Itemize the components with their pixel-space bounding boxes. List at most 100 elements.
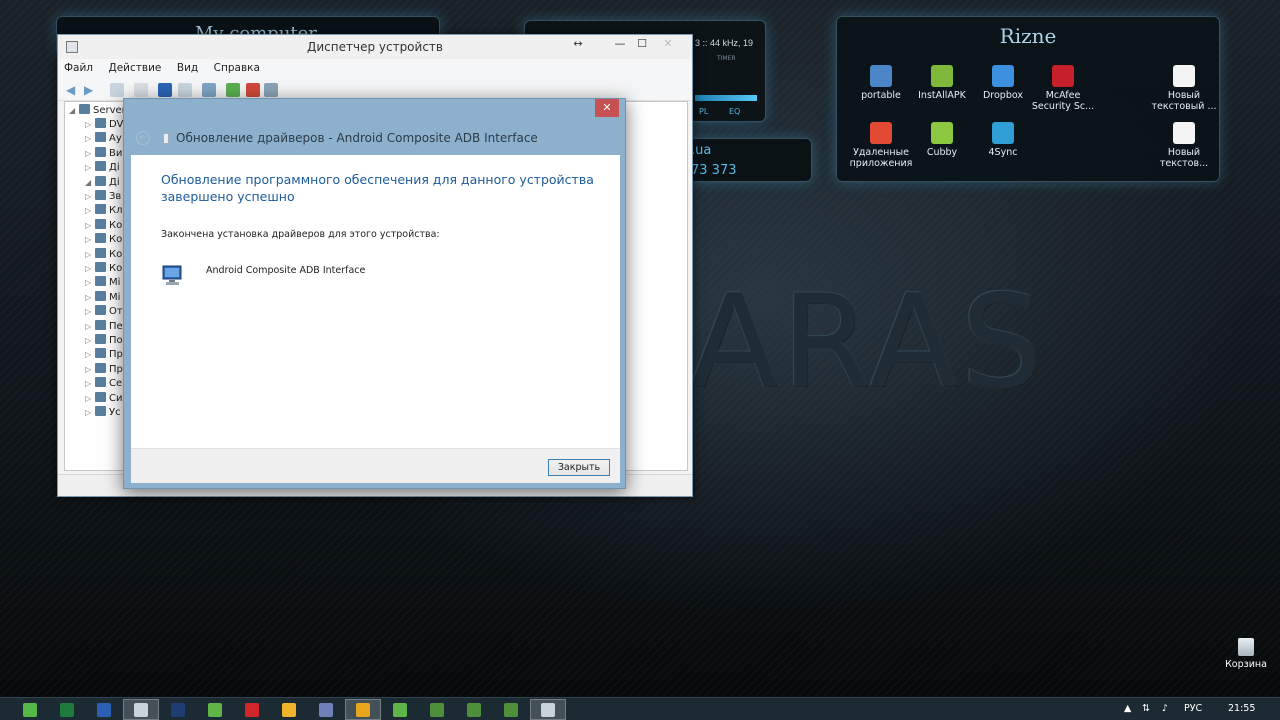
rizne-shortcut[interactable]: 4Sync [969, 122, 1037, 158]
expand-arrow-icon[interactable]: ▷ [85, 394, 95, 403]
taskbar-app-button[interactable] [456, 699, 492, 720]
expand-arrow-icon[interactable]: ▷ [85, 192, 95, 201]
expand-arrow-icon[interactable]: ▷ [85, 379, 95, 388]
resize-arrows-icon[interactable]: ↔ [566, 35, 590, 55]
rizne-gadget: Rizne portable InstAllAPK Dropbox McAfee Se… [836, 16, 1220, 182]
back-icon[interactable]: ← [136, 131, 150, 145]
clock[interactable]: 21:55 [1228, 703, 1255, 714]
expand-arrow-icon[interactable]: ▷ [85, 336, 95, 345]
taskbar-app-button[interactable] [12, 699, 48, 720]
tree-item[interactable]: ▷ Ко [85, 262, 122, 276]
taskbar-app-button[interactable] [493, 699, 529, 720]
expand-arrow-icon[interactable]: ▷ [85, 365, 95, 374]
tree-item[interactable]: ▷ Кл [85, 204, 123, 218]
taskbar-app-button[interactable] [123, 699, 159, 720]
tree-item[interactable]: ▷ Ді [85, 161, 120, 175]
player-volume-bar[interactable] [695, 95, 757, 101]
tree-item[interactable]: ▷ Пр [85, 362, 123, 377]
player-eq-button[interactable]: EQ [729, 107, 740, 116]
language-indicator[interactable]: РУС [1184, 703, 1202, 714]
taskbar-app-button[interactable] [197, 699, 233, 720]
taskbar-app-button[interactable] [160, 699, 196, 720]
tree-item[interactable]: ▷ По [85, 334, 123, 348]
tree-item[interactable]: ▷ Пе [85, 319, 123, 334]
view-icon[interactable] [178, 83, 192, 97]
tree-item[interactable]: ▷ Пр [85, 348, 123, 362]
collapse-arrow-icon[interactable]: ◢ [85, 178, 95, 187]
taskbar-app-button[interactable] [345, 699, 381, 720]
rizne-shortcut[interactable]: InstAllAPK [908, 65, 976, 101]
player-pl-button[interactable]: PL [699, 107, 708, 116]
menu-help[interactable]: Справка [208, 59, 266, 77]
expand-arrow-icon[interactable]: ▷ [85, 307, 95, 316]
rizne-shortcut[interactable]: Удаленные приложения [847, 122, 915, 169]
taskbar-app-button[interactable] [308, 699, 344, 720]
expand-arrow-icon[interactable]: ▷ [85, 293, 95, 302]
tree-item[interactable]: ▷ DV [85, 118, 123, 132]
expand-arrow-icon[interactable]: ▷ [85, 408, 95, 417]
window-close-button[interactable]: ✕ [656, 35, 680, 55]
collapse-arrow-icon[interactable]: ◢ [69, 106, 79, 115]
recycle-bin[interactable]: Корзина [1220, 638, 1272, 670]
expand-arrow-icon[interactable]: ▷ [85, 278, 95, 287]
taskbar-app-button[interactable] [49, 699, 85, 720]
volume-icon[interactable]: ♪ [1162, 703, 1168, 714]
expand-arrow-icon[interactable]: ▷ [85, 221, 95, 230]
maximize-button[interactable]: ☐ [630, 35, 654, 55]
back-arrow-icon[interactable]: ◀ [66, 83, 80, 97]
tree-item[interactable]: ▷ Се [85, 377, 122, 391]
rizne-shortcut[interactable]: Новый текстов... [1150, 122, 1218, 169]
disable-device-icon[interactable] [264, 83, 278, 97]
menu-file[interactable]: Файл [58, 59, 99, 77]
network-icon[interactable]: ⇅ [1142, 703, 1150, 714]
expand-arrow-icon[interactable]: ▷ [85, 163, 95, 172]
taskbar-app-button[interactable] [234, 699, 270, 720]
uninstall-device-icon[interactable] [246, 83, 260, 97]
expand-arrow-icon[interactable]: ▷ [85, 206, 95, 215]
expand-arrow-icon[interactable]: ▷ [85, 322, 95, 331]
tree-item[interactable]: ◢ Ді [85, 175, 120, 190]
tree-item[interactable]: ▷ Ус [85, 406, 121, 420]
menu-action[interactable]: Действие [103, 59, 168, 77]
expand-arrow-icon[interactable]: ▷ [85, 250, 95, 259]
rizne-shortcut[interactable]: McAfee Security Sc... [1029, 65, 1097, 112]
show-hidden-icons-icon[interactable]: ▲ [1124, 703, 1131, 714]
tree-item[interactable]: ▷ Ко [85, 218, 122, 233]
taskbar-app-button[interactable] [271, 699, 307, 720]
taskbar-app-button[interactable] [419, 699, 455, 720]
scan-hardware-icon[interactable] [202, 83, 216, 97]
update-driver-icon[interactable] [226, 83, 240, 97]
expand-arrow-icon[interactable]: ▷ [85, 350, 95, 359]
device-manager-titlebar[interactable]: Диспетчер устройств ↔ — ☐ ✕ [58, 35, 692, 59]
show-hide-tree-icon[interactable] [110, 83, 124, 97]
tree-item[interactable]: ▷ Ау [85, 132, 122, 146]
expand-arrow-icon[interactable]: ▷ [85, 264, 95, 273]
minimize-button[interactable]: — [608, 35, 632, 55]
menu-view[interactable]: Вид [171, 59, 204, 77]
taskbar-app-button[interactable] [530, 699, 566, 720]
rizne-shortcut[interactable]: Dropbox [969, 65, 1037, 101]
dialog-close-button[interactable]: ✕ [595, 99, 619, 117]
tree-item[interactable]: ▷ Ви [85, 146, 122, 161]
tree-item[interactable]: ▷ Ко [85, 247, 122, 262]
tree-item[interactable]: ▷ Мі [85, 276, 120, 290]
expand-arrow-icon[interactable]: ▷ [85, 235, 95, 244]
taskbar-app-button[interactable] [86, 699, 122, 720]
tree-root[interactable]: ◢ Server [69, 104, 126, 118]
rizne-shortcut[interactable]: Cubby [908, 122, 976, 158]
properties-icon[interactable] [134, 83, 148, 97]
rizne-shortcut[interactable]: portable [847, 65, 915, 101]
tree-item[interactable]: ▷ Мі [85, 290, 120, 305]
help-icon[interactable] [158, 83, 172, 97]
rizne-shortcut[interactable]: Новый текстовый ... [1150, 65, 1218, 112]
tree-item[interactable]: ▷ Ко [85, 233, 122, 247]
tree-item[interactable]: ▷ Зв [85, 190, 121, 204]
close-button[interactable]: Закрыть [548, 459, 610, 476]
expand-arrow-icon[interactable]: ▷ [85, 134, 95, 143]
forward-arrow-icon[interactable]: ▶ [84, 83, 98, 97]
expand-arrow-icon[interactable]: ▷ [85, 120, 95, 129]
tree-item[interactable]: ▷ От [85, 305, 123, 319]
tree-item[interactable]: ▷ Си [85, 391, 122, 406]
taskbar-app-button[interactable] [382, 699, 418, 720]
expand-arrow-icon[interactable]: ▷ [85, 149, 95, 158]
